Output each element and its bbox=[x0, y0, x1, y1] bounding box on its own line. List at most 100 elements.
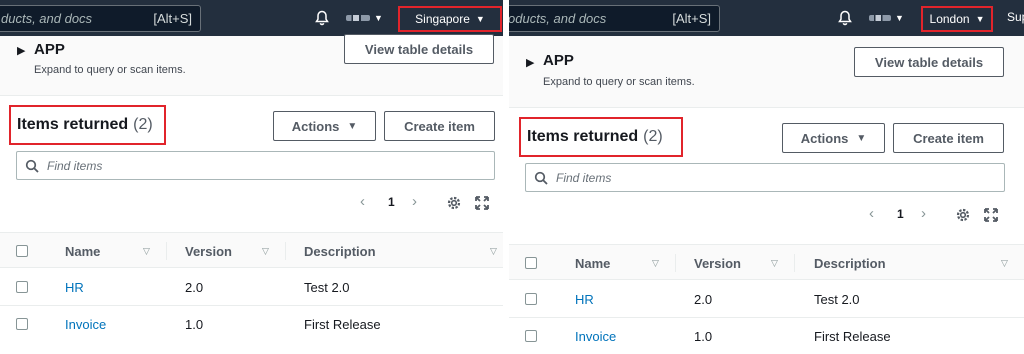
items-returned-title: Items returned bbox=[17, 116, 129, 133]
find-items-input[interactable]: Find items bbox=[16, 151, 495, 180]
table-header-row: Name ▽ Version ▽ Description ▽ bbox=[0, 232, 503, 268]
account-menu[interactable]: ▼ bbox=[346, 9, 383, 27]
search-shortcut-hint: [Alt+S] bbox=[153, 11, 192, 26]
pagination: ‹ 1 › bbox=[869, 205, 939, 225]
items-returned-title: Items returned bbox=[527, 128, 639, 145]
account-name-redacted bbox=[346, 15, 370, 21]
items-returned-header: Items returned (2) bbox=[9, 105, 166, 145]
column-header-name[interactable]: Name bbox=[65, 244, 100, 259]
column-header-name[interactable]: Name bbox=[575, 256, 610, 271]
caret-down-icon: ▼ bbox=[374, 13, 383, 23]
pagination: ‹ 1 › bbox=[360, 193, 430, 213]
column-divider bbox=[675, 254, 676, 272]
gear-icon[interactable] bbox=[955, 207, 971, 223]
column-header-version[interactable]: Version bbox=[185, 244, 232, 259]
fullscreen-icon[interactable] bbox=[474, 195, 490, 211]
column-header-version[interactable]: Version bbox=[694, 256, 741, 271]
item-name-link[interactable]: HR bbox=[65, 280, 84, 295]
view-table-details-button[interactable]: View table details bbox=[344, 34, 494, 64]
column-header-description[interactable]: Description bbox=[304, 244, 376, 259]
item-version: 2.0 bbox=[185, 280, 204, 295]
row-checkbox[interactable] bbox=[16, 281, 28, 293]
table-row: HR 2.0 Test 2.0 bbox=[509, 281, 1024, 317]
left-console-pane: ducts, and docs [Alt+S] ▼ Singapore ▼ ▶ … bbox=[0, 0, 503, 354]
create-item-button[interactable]: Create item bbox=[384, 111, 495, 141]
row-checkbox[interactable] bbox=[16, 318, 28, 330]
top-navigation-bar: oducts, and docs [Alt+S] ▼ London ▼ Supp bbox=[509, 0, 1024, 36]
item-name-link[interactable]: Invoice bbox=[65, 317, 106, 332]
current-page-number[interactable]: 1 bbox=[388, 195, 395, 209]
table-name: APP bbox=[34, 41, 65, 58]
item-description: Test 2.0 bbox=[814, 292, 860, 307]
select-all-checkbox[interactable] bbox=[525, 257, 537, 269]
caret-down-icon: ▼ bbox=[856, 132, 867, 144]
actions-label: Actions bbox=[800, 130, 849, 146]
bell-icon[interactable] bbox=[837, 10, 853, 26]
search-placeholder: ducts, and docs bbox=[1, 11, 93, 26]
gear-icon[interactable] bbox=[446, 195, 462, 211]
expand-caret-icon[interactable]: ▶ bbox=[526, 56, 534, 69]
item-version: 2.0 bbox=[694, 292, 713, 307]
item-version: 1.0 bbox=[185, 317, 204, 332]
column-divider bbox=[285, 242, 286, 260]
account-menu[interactable]: ▼ bbox=[869, 9, 904, 27]
global-search-field[interactable]: oducts, and docs [Alt+S] bbox=[509, 5, 720, 32]
fullscreen-icon[interactable] bbox=[983, 207, 999, 223]
bell-icon[interactable] bbox=[314, 10, 330, 26]
expand-hint: Expand to query or scan items. bbox=[34, 64, 186, 76]
sort-icon[interactable]: ▽ bbox=[1001, 258, 1008, 269]
items-returned-header: Items returned (2) bbox=[519, 117, 683, 157]
table-row: Invoice 1.0 First Release bbox=[509, 317, 1024, 353]
table-row: Invoice 1.0 First Release bbox=[0, 305, 503, 341]
search-icon bbox=[25, 159, 39, 173]
row-checkbox[interactable] bbox=[525, 330, 537, 342]
sort-icon[interactable]: ▽ bbox=[652, 258, 659, 269]
item-name-link[interactable]: HR bbox=[575, 292, 594, 307]
find-items-placeholder: Find items bbox=[556, 171, 612, 185]
expand-caret-icon[interactable]: ▶ bbox=[17, 44, 25, 57]
items-returned-count: (2) bbox=[133, 116, 153, 133]
current-page-number[interactable]: 1 bbox=[897, 207, 904, 221]
column-header-description[interactable]: Description bbox=[814, 256, 886, 271]
support-menu[interactable]: Supp bbox=[1007, 10, 1024, 24]
caret-down-icon: ▼ bbox=[975, 14, 985, 24]
item-description: First Release bbox=[304, 317, 381, 332]
view-table-details-button[interactable]: View table details bbox=[854, 47, 1004, 77]
create-item-button[interactable]: Create item bbox=[893, 123, 1004, 153]
table-name: APP bbox=[543, 52, 574, 69]
table-info-panel: ▶ APP Expand to query or scan items. Vie… bbox=[0, 34, 503, 96]
search-icon bbox=[534, 171, 548, 185]
column-divider bbox=[794, 254, 795, 272]
sort-icon[interactable]: ▽ bbox=[262, 246, 269, 257]
sort-icon[interactable]: ▽ bbox=[490, 246, 497, 257]
row-checkbox[interactable] bbox=[525, 293, 537, 305]
find-items-input[interactable]: Find items bbox=[525, 163, 1005, 192]
search-placeholder: oducts, and docs bbox=[509, 11, 607, 26]
chevron-right-icon[interactable]: › bbox=[921, 205, 926, 222]
global-search-field[interactable]: ducts, and docs [Alt+S] bbox=[0, 5, 201, 32]
region-label: Singapore bbox=[415, 12, 470, 26]
top-navigation-bar: ducts, and docs [Alt+S] ▼ Singapore ▼ bbox=[0, 0, 503, 36]
table-row: HR 2.0 Test 2.0 bbox=[0, 269, 503, 305]
select-all-checkbox[interactable] bbox=[16, 245, 28, 257]
caret-down-icon: ▼ bbox=[895, 13, 904, 23]
sort-icon[interactable]: ▽ bbox=[771, 258, 778, 269]
actions-label: Actions bbox=[291, 118, 340, 134]
find-items-placeholder: Find items bbox=[47, 159, 103, 173]
chevron-left-icon[interactable]: ‹ bbox=[869, 205, 874, 222]
item-description: Test 2.0 bbox=[304, 280, 350, 295]
items-returned-count: (2) bbox=[643, 128, 663, 145]
expand-hint: Expand to query or scan items. bbox=[543, 76, 695, 88]
chevron-left-icon[interactable]: ‹ bbox=[360, 193, 365, 210]
chevron-right-icon[interactable]: › bbox=[412, 193, 417, 210]
actions-button[interactable]: Actions ▼ bbox=[782, 123, 885, 153]
table-header-row: Name ▽ Version ▽ Description ▽ bbox=[509, 244, 1024, 280]
account-name-redacted bbox=[869, 15, 891, 21]
region-label: London bbox=[929, 12, 970, 26]
item-description: First Release bbox=[814, 329, 891, 344]
actions-button[interactable]: Actions ▼ bbox=[273, 111, 376, 141]
region-selector[interactable]: Singapore ▼ bbox=[398, 6, 502, 32]
sort-icon[interactable]: ▽ bbox=[143, 246, 150, 257]
item-name-link[interactable]: Invoice bbox=[575, 329, 616, 344]
region-selector[interactable]: London ▼ bbox=[921, 6, 993, 32]
